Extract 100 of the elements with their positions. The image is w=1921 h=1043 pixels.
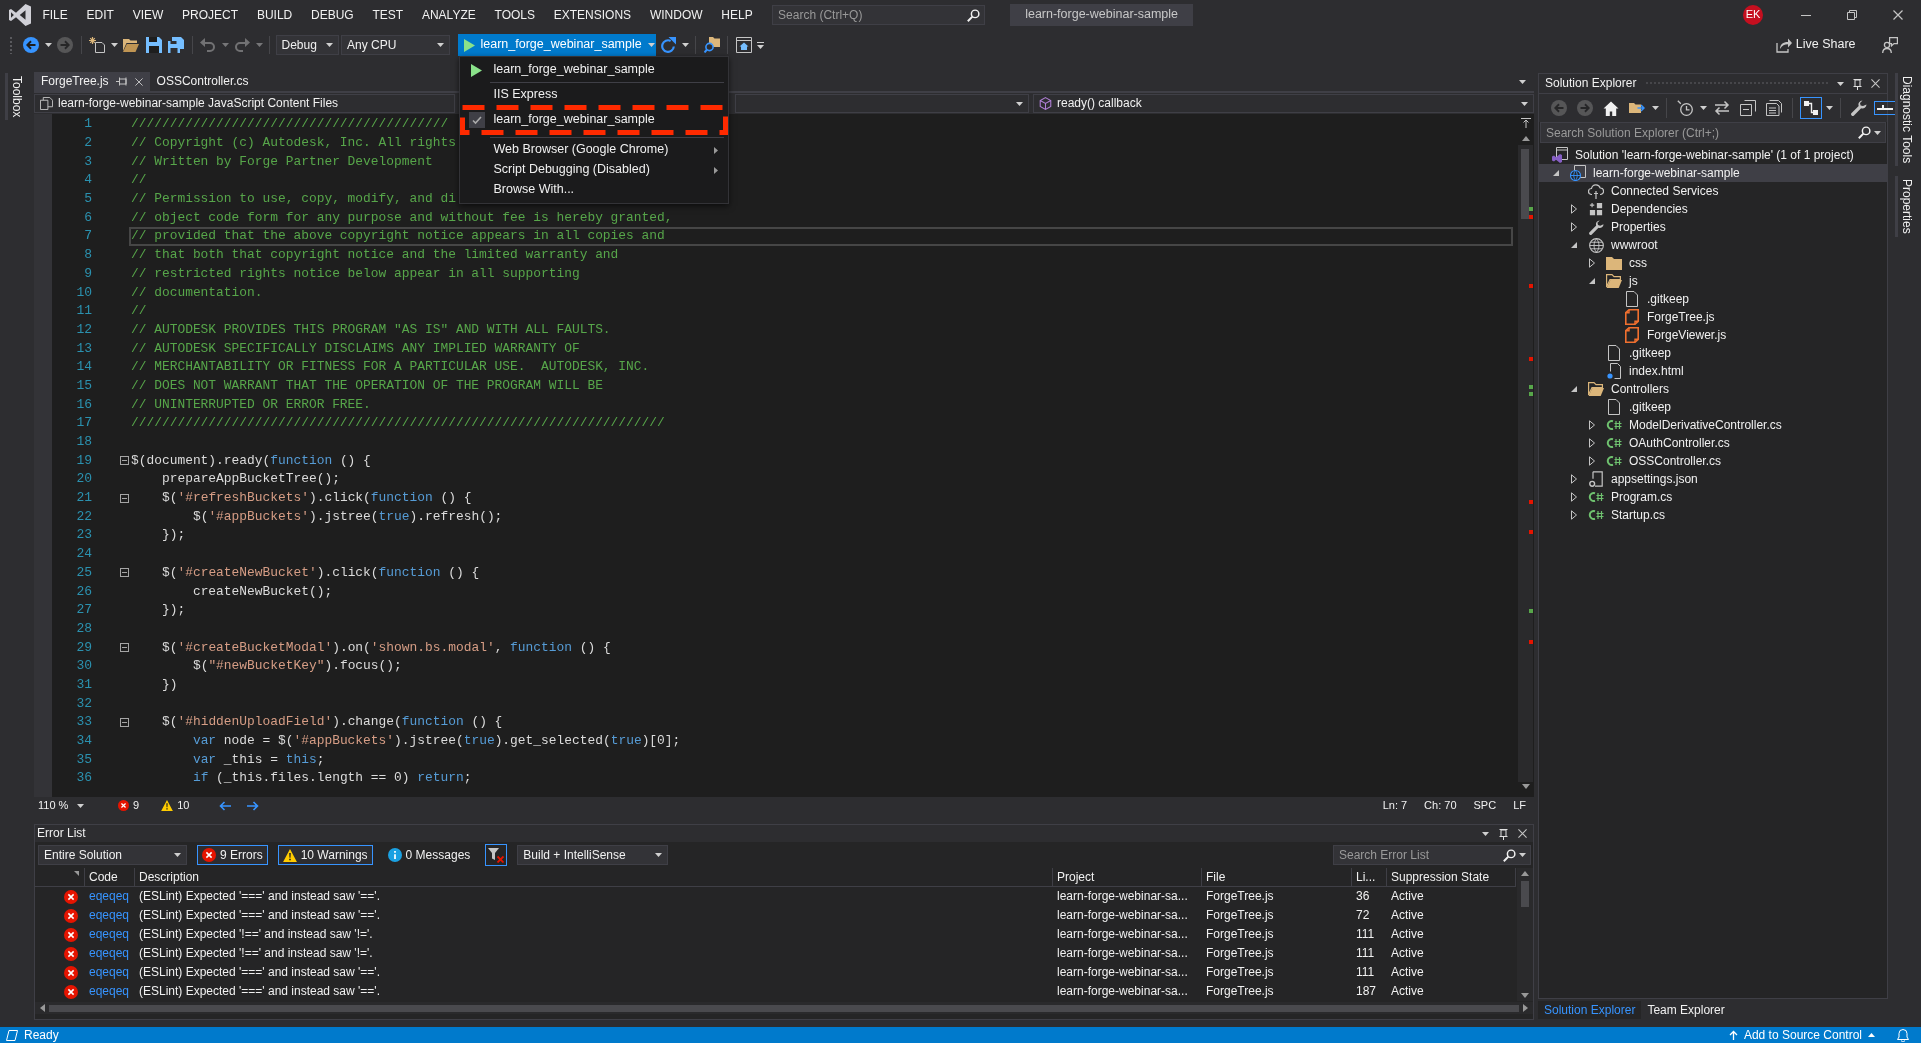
stacked-windows-icon[interactable] (1737, 97, 1759, 119)
caret-icon[interactable] (1519, 79, 1526, 84)
collapsed-arrow-icon[interactable] (1589, 420, 1595, 430)
tree-item[interactable]: css (1539, 254, 1887, 272)
document-tab[interactable]: ForgeTree.js (34, 72, 150, 91)
scroll-up-icon[interactable] (1521, 871, 1529, 876)
tree-item[interactable]: ForgeViewer.js (1539, 326, 1887, 344)
menu-item[interactable]: DEBUG (301, 7, 364, 23)
collapsed-arrow-icon[interactable] (1589, 456, 1595, 466)
back-arrow-icon[interactable] (219, 800, 232, 811)
zoom-dropdown[interactable]: 110 % (34, 798, 88, 813)
filter-toggle[interactable]: 0 Messages (382, 845, 476, 865)
collapse-icon[interactable] (120, 456, 129, 466)
collapsed-arrow-icon[interactable] (1571, 492, 1577, 502)
scrollbar-thumb[interactable] (49, 1004, 1519, 1012)
scrollbar-thumb[interactable] (1521, 149, 1529, 219)
search-field[interactable]: Search Solution Explorer (Ctrl+;) (1540, 122, 1886, 143)
expanded-arrow-icon[interactable] (1553, 170, 1559, 176)
tree-item[interactable]: Dependencies (1539, 200, 1887, 218)
caret-icon[interactable] (325, 43, 333, 47)
expanded-arrow-icon[interactable] (1571, 386, 1577, 392)
tree-item[interactable]: index.html (1539, 362, 1887, 380)
caret-icon[interactable] (437, 43, 444, 47)
menu-item[interactable]: PROJECT (172, 7, 248, 23)
caret-icon[interactable] (1874, 130, 1881, 135)
dropdown[interactable]: Any CPU (341, 35, 450, 55)
search-field[interactable]: Search (Ctrl+Q) (772, 5, 986, 25)
dropdown[interactable]: Debug (275, 35, 339, 55)
column-header[interactable]: File (1202, 868, 1352, 887)
live-share-button[interactable]: Live Share (1775, 37, 1856, 53)
search-icon[interactable] (1858, 126, 1871, 139)
tree-item[interactable]: learn-forge-webinar-sample (1539, 164, 1887, 182)
caret-icon[interactable] (1521, 101, 1528, 106)
run-button[interactable]: learn_forge_webinar_sample (457, 34, 656, 56)
save-icon[interactable] (145, 37, 162, 53)
caret-icon[interactable] (681, 43, 689, 47)
column-header[interactable]: Project (1053, 868, 1202, 887)
panel-tab[interactable]: Solution Explorer (1538, 1001, 1642, 1019)
caret-icon[interactable] (44, 43, 52, 47)
horizontal-scrollbar[interactable] (35, 1002, 1533, 1014)
filter-icon[interactable] (485, 844, 508, 866)
tree-item[interactable]: .gitkeep (1539, 344, 1887, 362)
tree-item[interactable]: ModelDerivativeController.cs (1539, 416, 1887, 434)
scroll-down-icon[interactable] (1521, 784, 1530, 789)
tree-item[interactable]: Connected Services (1539, 182, 1887, 200)
close-icon[interactable] (1893, 10, 1903, 20)
new-item-icon[interactable] (89, 37, 105, 53)
scroll-left-icon[interactable] (40, 1004, 45, 1012)
collapse-icon[interactable] (120, 493, 129, 503)
window-home-icon[interactable] (735, 37, 752, 53)
collapsed-arrow-icon[interactable] (1589, 258, 1595, 268)
menu-item[interactable]: VIEW (123, 7, 173, 23)
connected-squares-icon[interactable] (1800, 97, 1822, 119)
expanded-arrow-icon[interactable] (1589, 278, 1595, 284)
caret-icon[interactable] (655, 853, 663, 857)
document-tab[interactable]: OSSController.cs (149, 72, 256, 91)
menu-item[interactable]: learn_forge_webinar_sample (459, 60, 728, 80)
error-code-link[interactable]: eqeqeq (89, 908, 130, 923)
caret-icon[interactable] (1826, 106, 1833, 110)
collapse-icon[interactable] (120, 643, 129, 653)
tree-item[interactable]: Properties (1539, 218, 1887, 236)
error-code-link[interactable]: eqeqeq (89, 965, 130, 980)
tree-item[interactable]: Program.cs (1539, 488, 1887, 506)
menu-item[interactable]: HELP (711, 7, 763, 23)
feedback-icon[interactable] (1882, 37, 1898, 53)
menu-item[interactable]: WINDOW (640, 7, 712, 23)
pin-icon[interactable] (115, 77, 128, 86)
vertical-scrollbar[interactable] (1517, 868, 1533, 1001)
tree-item[interactable]: Startup.cs (1539, 506, 1887, 524)
restore-icon[interactable] (1847, 10, 1857, 20)
close-icon[interactable] (134, 77, 143, 86)
tree-item[interactable]: appsettings.json (1539, 470, 1887, 488)
menu-item[interactable]: FILE (33, 7, 78, 23)
close-icon[interactable] (1871, 79, 1880, 88)
documents-icon[interactable] (1763, 97, 1785, 119)
caret-icon[interactable] (1700, 106, 1707, 110)
whitespace-mode[interactable]: SPC (1473, 798, 1497, 813)
pin-icon[interactable] (1853, 77, 1862, 90)
split-icon[interactable] (1520, 118, 1531, 128)
overflow-icon[interactable] (757, 41, 764, 49)
caret-icon[interactable] (1016, 101, 1023, 106)
caret-icon[interactable] (1482, 831, 1489, 836)
caret-icon[interactable] (1837, 81, 1844, 86)
menu-item[interactable]: ANALYZE (412, 7, 486, 23)
menu-item[interactable]: TOOLS (485, 7, 545, 23)
tree-item[interactable]: .gitkeep (1539, 290, 1887, 308)
tree-item[interactable]: Controllers (1539, 380, 1887, 398)
tree-item[interactable]: ForgeTree.js (1539, 308, 1887, 326)
side-tab[interactable]: Diagnostic Tools (1894, 73, 1915, 167)
refresh-icon[interactable] (660, 37, 676, 53)
dropdown[interactable]: ready() callback (1033, 94, 1534, 113)
source-control-button[interactable]: Add to Source Control (1728, 1027, 1875, 1043)
error-code-link[interactable]: eqeqeq (89, 946, 130, 961)
close-icon[interactable] (1518, 829, 1527, 838)
bell-icon[interactable] (1897, 1028, 1909, 1042)
folder-search-icon[interactable] (703, 37, 720, 53)
menu-item[interactable]: learn_forge_webinar_sample (459, 105, 728, 135)
tree-item[interactable]: wwwroot (1539, 236, 1887, 254)
error-code-link[interactable]: eqeqeq (89, 984, 130, 999)
collapsed-arrow-icon[interactable] (1589, 438, 1595, 448)
